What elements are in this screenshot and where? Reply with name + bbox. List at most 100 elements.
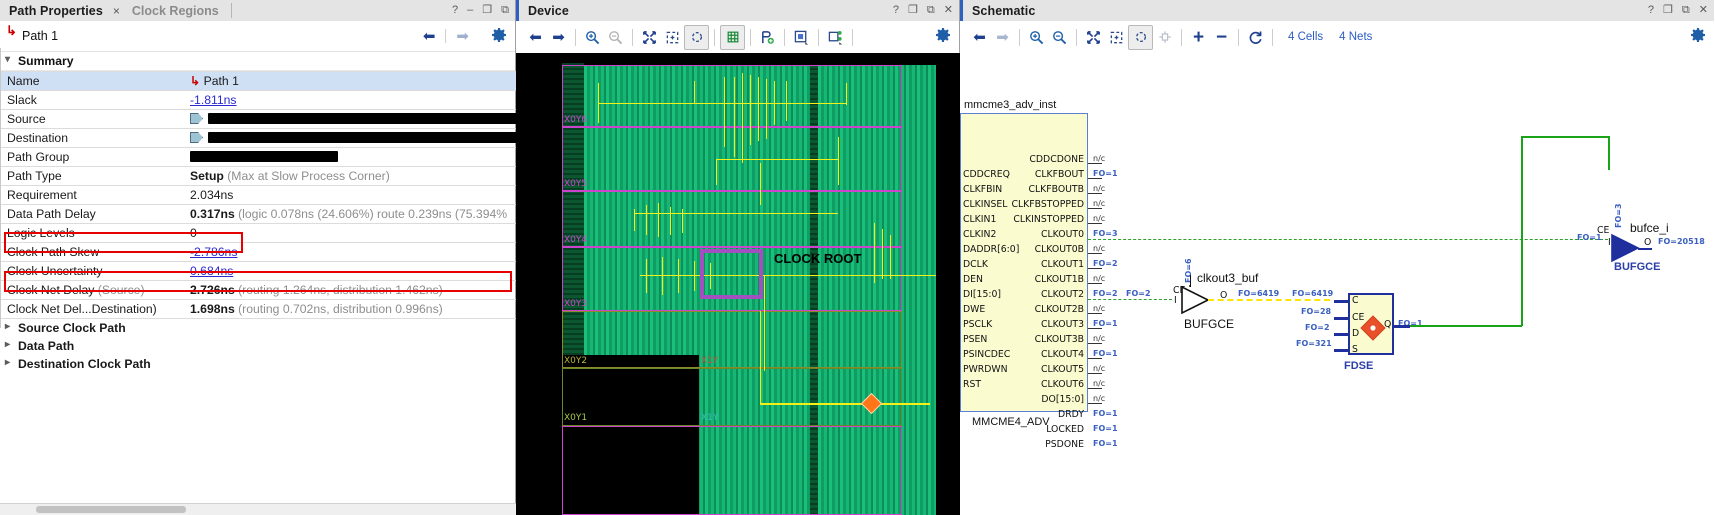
bufce-i-pin-ce[interactable]: CE <box>1597 225 1609 236</box>
summary-section-header[interactable]: ▾ Summary <box>0 52 515 71</box>
gear-icon[interactable] <box>935 27 951 46</box>
close-icon[interactable]: ✕ <box>1699 5 1708 16</box>
net-bufce-ce-drop[interactable] <box>1608 136 1610 170</box>
mmcm-pin-den[interactable]: DEN <box>963 274 983 285</box>
mmcm-pin-clkout0b[interactable]: CLKOUT0B <box>988 244 1084 255</box>
table-row[interactable]: Clock Net Delay (Source) 2.726ns (routin… <box>0 280 530 300</box>
mmcm-pin-locked[interactable]: LOCKED <box>988 424 1084 435</box>
net-fdse-q-h[interactable] <box>1410 325 1522 327</box>
scrollbar-thumb[interactable] <box>36 506 186 513</box>
table-row[interactable]: Requirement 2.034ns <box>0 185 530 205</box>
back-arrow-icon[interactable]: ⬅ <box>524 26 547 49</box>
forward-arrow-icon[interactable]: ➡ <box>547 26 570 49</box>
horizontal-scrollbar[interactable] <box>0 503 516 515</box>
float-icon[interactable]: ⧉ <box>927 5 935 16</box>
net-fdse-q-v[interactable] <box>1521 136 1523 326</box>
chevron-right-icon[interactable]: ▸ <box>5 339 10 350</box>
group-destination-clock-path[interactable]: ▸ Destination Clock Path <box>0 355 515 373</box>
bufgce-left-pin-i[interactable]: I <box>1174 295 1177 306</box>
table-row[interactable]: Path Group <box>0 147 530 167</box>
reload-icon[interactable] <box>1244 26 1267 49</box>
table-row[interactable]: Source <box>0 109 530 129</box>
fdse-pin-s[interactable]: S <box>1352 344 1358 355</box>
chevron-right-icon[interactable]: ▸ <box>5 321 10 332</box>
mmcm-pin-clkout6[interactable]: CLKOUT6 <box>988 379 1084 390</box>
mmcm-pin-clkout3[interactable]: CLKOUT3 <box>988 319 1084 330</box>
table-row[interactable]: Path Type Setup (Max at Slow Process Cor… <box>0 166 530 186</box>
tab-path-properties[interactable]: Path Properties <box>0 4 103 18</box>
autofit-selection-icon[interactable] <box>1128 24 1153 50</box>
mmcm-pin-rst[interactable]: RST <box>963 379 981 390</box>
table-row[interactable]: Name ↳ Path 1 <box>0 71 530 91</box>
mmcm-pin-clkfbstopped[interactable]: CLKFBSTOPPED <box>988 199 1084 210</box>
table-row[interactable]: Destination <box>0 128 530 148</box>
mark-icon[interactable] <box>824 26 847 49</box>
nets-count[interactable]: 4 Nets <box>1339 31 1372 43</box>
mmcm-pin-clkfboutb[interactable]: CLKFBOUTB <box>988 184 1084 195</box>
clock-path-skew-link[interactable]: -2.786ns <box>190 245 237 259</box>
zoom-in-icon[interactable] <box>581 26 604 49</box>
maximize-icon[interactable]: ❐ <box>908 5 918 16</box>
minimize-icon[interactable]: – <box>467 5 473 16</box>
mmcm-pin-clkout2b[interactable]: CLKOUT2B <box>988 304 1084 315</box>
help-icon[interactable]: ? <box>1648 5 1654 16</box>
group-source-clock-path[interactable]: ▸ Source Clock Path <box>0 319 515 337</box>
zoom-fit-icon[interactable] <box>1082 26 1105 49</box>
forward-arrow-icon[interactable]: ➡ <box>456 27 469 45</box>
help-icon[interactable]: ? <box>893 5 899 16</box>
zoom-in-icon[interactable] <box>1025 26 1048 49</box>
gear-icon[interactable] <box>1690 27 1706 46</box>
mmcm-pin-clkout3b[interactable]: CLKOUT3B <box>988 334 1084 345</box>
close-icon[interactable]: × <box>113 4 120 18</box>
mmcm-pin-drdy[interactable]: DRDY <box>988 409 1084 420</box>
zoom-area-icon[interactable] <box>661 26 684 49</box>
table-row[interactable]: Logic Levels 0 <box>0 223 530 243</box>
autofit-selection-icon[interactable] <box>684 24 709 50</box>
maximize-icon[interactable]: ❐ <box>1663 5 1673 16</box>
zoom-fit-icon[interactable] <box>638 26 661 49</box>
tab-clock-regions[interactable]: Clock Regions <box>120 4 219 18</box>
cells-count[interactable]: 4 Cells <box>1288 31 1323 43</box>
table-row[interactable]: Clock Uncertainty 0.684ns <box>0 261 530 281</box>
mmcm-pin-dwe[interactable]: DWE <box>963 304 985 315</box>
close-icon[interactable]: ✕ <box>944 5 953 16</box>
chevron-right-icon[interactable]: ▸ <box>5 357 10 368</box>
slack-link[interactable]: -1.811ns <box>190 93 237 107</box>
mmcm-pin-clkfbout[interactable]: CLKFBOUT <box>988 169 1084 180</box>
mmcm-pin-do[interactable]: DO[15:0] <box>988 394 1084 405</box>
mmcm-pin-clkout0[interactable]: CLKOUT0 <box>988 229 1084 240</box>
clock-root-highlight[interactable] <box>700 249 763 299</box>
mmcm-pin-psen[interactable]: PSEN <box>963 334 987 345</box>
routing-resources-icon[interactable] <box>720 24 745 50</box>
clock-uncertainty-link[interactable]: 0.684ns <box>190 264 233 278</box>
highlight-leaf-icon[interactable] <box>790 26 813 49</box>
device-floorplan-canvas[interactable]: X0Y6 X0Y5 X0Y4 X0Y3 X0Y2 X1Y X0Y1 X1Y CL… <box>516 53 960 515</box>
mmcm-pin-cddcdone[interactable]: CDDCDONE <box>988 154 1084 165</box>
back-arrow-icon[interactable]: ⬅ <box>968 26 991 49</box>
remove-icon[interactable]: − <box>1210 26 1233 49</box>
net-to-bufce-ce[interactable] <box>1521 136 1609 138</box>
mmcm-pin-clkout1b[interactable]: CLKOUT1B <box>988 274 1084 285</box>
schematic-canvas[interactable]: mmcme3_adv_inst MMCME4_ADV CDDCREQ CLKFB… <box>960 53 1714 515</box>
maximize-icon[interactable]: ❐ <box>482 5 492 16</box>
net-clkout0[interactable] <box>1088 239 1608 240</box>
zoom-area-icon[interactable] <box>1105 26 1128 49</box>
net-clkout3-buf-out[interactable] <box>1208 299 1330 301</box>
expand-cone-icon[interactable] <box>1153 26 1176 49</box>
float-icon[interactable]: ⧉ <box>501 5 509 16</box>
mmcm-pin-clkout1[interactable]: CLKOUT1 <box>988 259 1084 270</box>
fdse-pin-c[interactable]: C <box>1352 295 1359 306</box>
float-icon[interactable]: ⧉ <box>1682 5 1690 16</box>
mmcm-pin-clkout4[interactable]: CLKOUT4 <box>988 349 1084 360</box>
gear-icon[interactable] <box>491 27 507 46</box>
mmcm-pin-psdone[interactable]: PSDONE <box>988 439 1084 450</box>
back-arrow-icon[interactable]: ⬅ <box>423 27 436 45</box>
table-row[interactable]: Clock Path Skew -2.786ns <box>0 242 530 262</box>
zoom-out-icon[interactable] <box>604 26 627 49</box>
forward-arrow-icon[interactable]: ➡ <box>991 26 1014 49</box>
zoom-out-icon[interactable] <box>1048 26 1071 49</box>
net-clkout2[interactable] <box>1088 299 1172 300</box>
mmcm-pin-clkinstopped[interactable]: CLKINSTOPPED <box>988 214 1084 225</box>
chevron-down-icon[interactable]: ▾ <box>5 54 10 65</box>
add-probe-icon[interactable] <box>756 26 779 49</box>
